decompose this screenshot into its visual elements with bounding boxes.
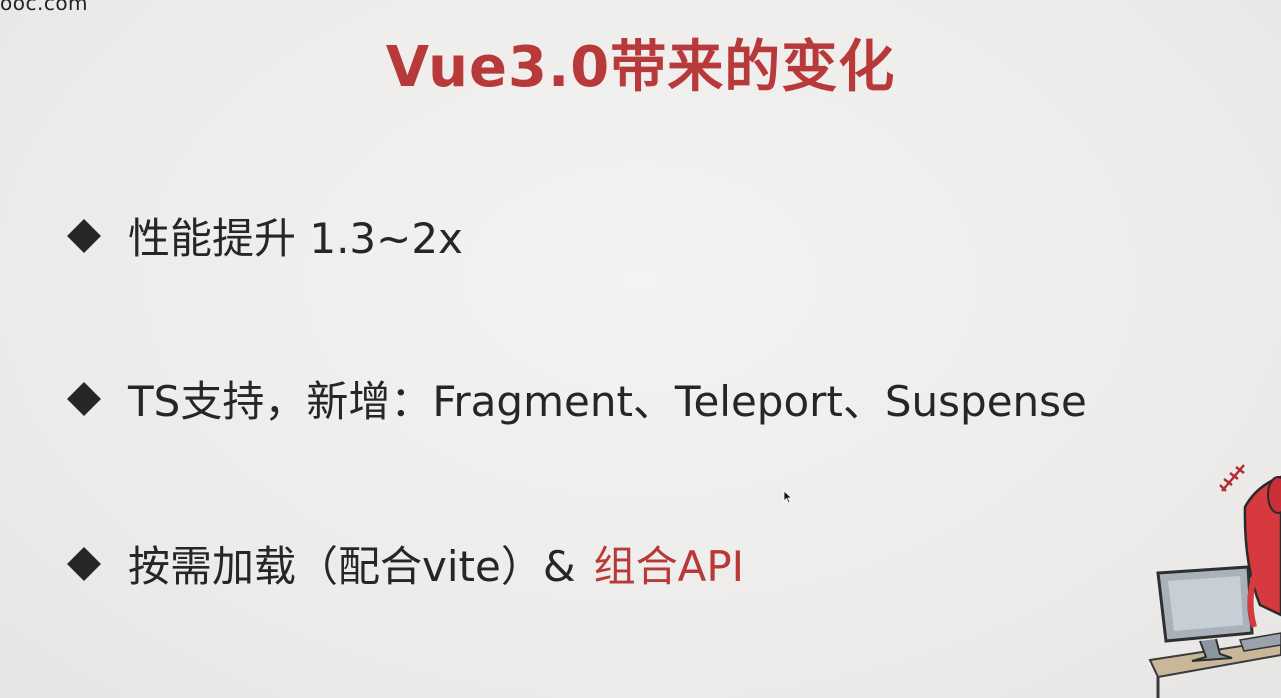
bullet-item-on-demand: 按需加载（配合vite）& 组合API [64, 533, 744, 594]
diamond-bullet-icon [67, 546, 101, 581]
bullet-text: TS支持，新增：Fragment、Teleport、Suspense [128, 377, 1087, 426]
watermark: ooc.com [0, 0, 89, 15]
bullet-highlight-text: 组合API [593, 542, 745, 591]
slide: ooc.com Vue3.0带来的变化 性能提升 1.3~2x TS支持，新增：… [0, 0, 1281, 698]
bullet-text: 按需加载（配合vite）& [128, 542, 576, 591]
mouse-cursor-icon [783, 490, 793, 504]
diamond-bullet-icon [67, 218, 101, 253]
bullet-item-performance: 性能提升 1.3~2x [64, 205, 463, 266]
bullet-item-ts-support: TS支持，新增：Fragment、Teleport、Suspense [64, 368, 1087, 429]
character-at-computer-illustration [1148, 464, 1281, 698]
slide-title: Vue3.0带来的变化 [385, 35, 896, 100]
diamond-bullet-icon [67, 381, 101, 416]
bullet-text: 性能提升 1.3~2x [128, 214, 463, 263]
